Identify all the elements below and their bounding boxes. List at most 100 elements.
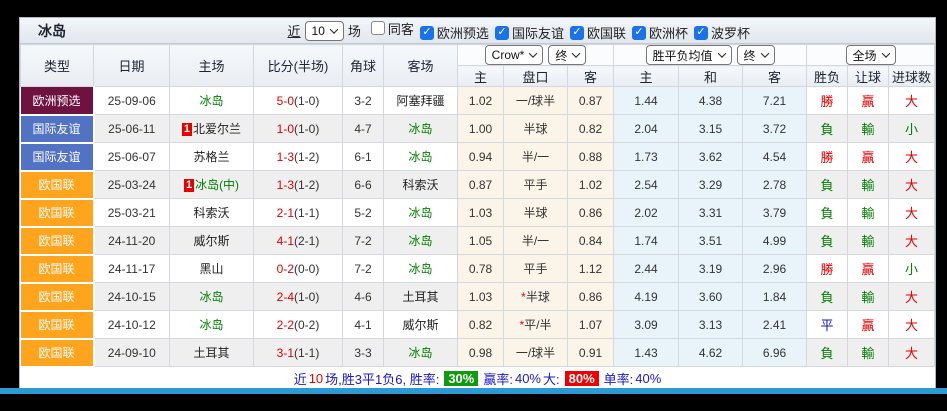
away-team-name: 冰岛 bbox=[408, 262, 432, 276]
checkbox-checked-icon[interactable]: ✓ bbox=[495, 26, 509, 40]
away-team-name: 冰岛 bbox=[408, 150, 432, 164]
fulltime-score: 5-0 bbox=[277, 94, 294, 108]
bookmaker-select[interactable]: Crow* bbox=[485, 45, 544, 65]
near-link[interactable]: 近 bbox=[288, 21, 301, 40]
home-team-name: 威尔斯 bbox=[193, 234, 229, 248]
filter-checkbox-欧洲预选[interactable]: ✓欧洲预选 bbox=[420, 23, 489, 42]
table-row[interactable]: 欧国联 25-03-24 1冰岛(中) 1-3(1-2) 6-6 科索沃 0.8… bbox=[21, 171, 935, 199]
home-team-cell: 科索沃 bbox=[170, 199, 254, 227]
corners-cell: 4-6 bbox=[343, 283, 384, 311]
home-team-name: 黑山 bbox=[199, 262, 223, 276]
corners-cell: 6-1 bbox=[343, 143, 384, 171]
subcol-odds-draw: 和 bbox=[679, 66, 743, 87]
filter-label: 波罗杯 bbox=[711, 23, 750, 42]
filter-checkbox-同客[interactable]: 同客 bbox=[371, 19, 414, 38]
table-row[interactable]: 欧国联 24-11-17 黑山 0-2(0-0) 7-2 冰岛 0.78 平手 … bbox=[21, 255, 935, 283]
odds-home: 1.44 bbox=[614, 87, 679, 115]
home-team-name: 冰岛(中) bbox=[195, 178, 239, 192]
fulltime-score: 2-4 bbox=[277, 290, 294, 304]
handicap-line: 半球 bbox=[526, 290, 550, 304]
score-cell: 1-3(1-2) bbox=[254, 171, 343, 199]
date-cell: 25-06-11 bbox=[94, 115, 170, 143]
table-row[interactable]: 欧洲预选 25-09-06 冰岛 5-0(1-0) 3-2 阿塞拜疆 1.02 … bbox=[21, 87, 935, 115]
handicap-away-odds: 0.86 bbox=[568, 283, 614, 311]
home-team-name: 冰岛 bbox=[199, 318, 223, 332]
checkbox-checked-icon[interactable]: ✓ bbox=[694, 26, 708, 40]
odds-draw: 4.38 bbox=[679, 87, 743, 115]
chevron-down-icon bbox=[760, 49, 768, 57]
away-team-cell: 科索沃 bbox=[384, 171, 458, 199]
col-header-date: 日期 bbox=[94, 45, 170, 87]
result-goals: 小 bbox=[889, 255, 935, 283]
fulltime-score: 2-1 bbox=[277, 206, 294, 220]
home-team-cell: 1冰岛(中) bbox=[170, 171, 254, 199]
odds-home: 4.19 bbox=[614, 283, 679, 311]
corners-cell: 4-1 bbox=[343, 311, 384, 339]
europe-odds-value: 胜平负均值 bbox=[653, 47, 713, 64]
table-row[interactable]: 欧国联 24-10-15 冰岛 2-4(1-0) 4-6 土耳其 1.03 *半… bbox=[21, 283, 935, 311]
result-handicap: 輸 bbox=[848, 171, 889, 199]
home-team-name: 冰岛 bbox=[199, 94, 223, 108]
score-cell: 2-1(1-1) bbox=[254, 199, 343, 227]
odds-away: 2.41 bbox=[743, 311, 807, 339]
match-type-cell: 欧国联 bbox=[21, 227, 94, 255]
checkbox-checked-icon[interactable]: ✓ bbox=[570, 26, 584, 40]
result-wdl: 負 bbox=[807, 171, 848, 199]
odds-away: 7.21 bbox=[743, 87, 807, 115]
fulltime-score: 0-2 bbox=[277, 262, 294, 276]
table-row[interactable]: 欧国联 24-11-20 威尔斯 4-1(2-1) 7-2 冰岛 1.05 半/… bbox=[21, 227, 935, 255]
away-team-cell: 冰岛 bbox=[384, 143, 458, 171]
team-title: 冰岛 bbox=[38, 21, 66, 41]
table-row[interactable]: 国际友谊 25-06-11 1北爱尔兰 1-0(1-0) 4-7 冰岛 1.00… bbox=[21, 115, 935, 143]
europe-odds-select[interactable]: 胜平负均值 bbox=[646, 45, 732, 65]
big-rate-badge: 80% bbox=[565, 371, 599, 386]
summary-footer: 近10场,胜3平1负6, 胜率: 30% 赢率:40% 大: 80% 单率:40… bbox=[20, 368, 935, 389]
filter-checkboxes: 同客✓欧洲预选✓国际友谊✓欧国联✓欧洲杯✓波罗杯 bbox=[365, 19, 750, 43]
filter-toolbar: 近 10 场 同客✓欧洲预选✓国际友谊✓欧国联✓欧洲杯✓波罗杯 bbox=[288, 19, 750, 43]
table-row[interactable]: 国际友谊 25-06-07 苏格兰 1-3(1-2) 6-1 冰岛 0.94 半… bbox=[21, 143, 935, 171]
handicap-away-odds: 1.07 bbox=[568, 311, 614, 339]
chevron-down-icon bbox=[717, 49, 725, 57]
date-cell: 25-03-21 bbox=[94, 199, 170, 227]
date-cell: 24-09-10 bbox=[94, 339, 170, 367]
odds-away: 6.96 bbox=[743, 339, 807, 367]
handicap-line: 一/球半 bbox=[516, 346, 555, 360]
handicap-line-cell: 平手 bbox=[504, 255, 568, 283]
filter-label: 欧洲杯 bbox=[649, 23, 688, 42]
odds-draw: 3.31 bbox=[679, 199, 743, 227]
checkbox-checked-icon[interactable]: ✓ bbox=[420, 26, 434, 40]
table-row[interactable]: 欧国联 24-09-10 土耳其 3-1(1-1) 3-3 冰岛 0.98 一/… bbox=[21, 339, 935, 367]
checkbox-unchecked-icon[interactable] bbox=[371, 21, 385, 35]
filter-label: 欧洲预选 bbox=[437, 23, 489, 42]
summary-record: 场,胜3平1负6, 胜率: bbox=[325, 369, 439, 388]
fulltime-score: 4-1 bbox=[277, 234, 294, 248]
score-cell: 3-1(1-1) bbox=[254, 339, 343, 367]
away-team-cell: 冰岛 bbox=[384, 115, 458, 143]
summary-near: 近 bbox=[294, 369, 307, 388]
away-team-cell: 冰岛 bbox=[384, 227, 458, 255]
filter-checkbox-波罗杯[interactable]: ✓波罗杯 bbox=[694, 23, 750, 42]
match-count-select[interactable]: 10 bbox=[305, 21, 344, 41]
scope-select[interactable]: 全场 bbox=[846, 45, 896, 65]
handicap-away-odds: 0.84 bbox=[568, 227, 614, 255]
bookmaker-period-select[interactable]: 终 bbox=[548, 45, 586, 65]
win-rate-badge: 30% bbox=[444, 371, 478, 386]
chevron-down-icon bbox=[330, 25, 338, 33]
europe-period-select[interactable]: 终 bbox=[737, 45, 775, 65]
table-row[interactable]: 欧国联 24-10-12 冰岛 2-2(0-2) 4-1 威尔斯 0.82 *平… bbox=[21, 311, 935, 339]
table-row[interactable]: 欧国联 25-03-21 科索沃 2-1(1-1) 5-2 冰岛 1.03 半球… bbox=[21, 199, 935, 227]
away-team-name: 威尔斯 bbox=[402, 318, 438, 332]
bookmaker-select-value: Crow* bbox=[492, 48, 525, 62]
away-team-name: 科索沃 bbox=[402, 178, 438, 192]
filter-checkbox-欧国联[interactable]: ✓欧国联 bbox=[570, 23, 626, 42]
odds-away: 4.54 bbox=[743, 143, 807, 171]
corners-cell: 6-6 bbox=[343, 171, 384, 199]
result-goals: 小 bbox=[889, 115, 935, 143]
filter-checkbox-欧洲杯[interactable]: ✓欧洲杯 bbox=[632, 23, 688, 42]
handicap-line: 平/半 bbox=[524, 318, 551, 332]
match-type-cell: 欧国联 bbox=[21, 311, 94, 339]
home-team-cell: 土耳其 bbox=[170, 339, 254, 367]
filter-checkbox-国际友谊[interactable]: ✓国际友谊 bbox=[495, 23, 564, 42]
checkbox-checked-icon[interactable]: ✓ bbox=[632, 26, 646, 40]
europe-odds-dropdown-cell: 胜平负均值 终 bbox=[614, 45, 807, 66]
